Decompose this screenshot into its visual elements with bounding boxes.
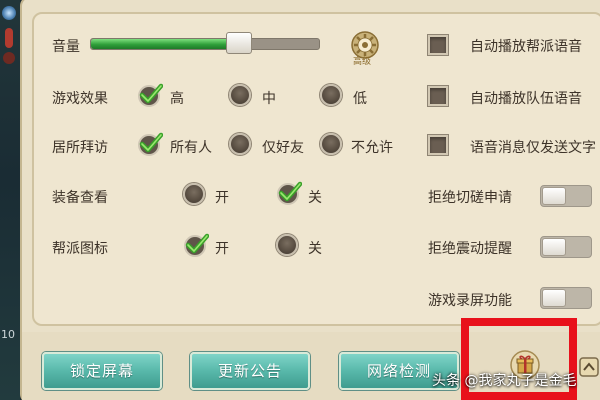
effects-label: 游戏效果: [52, 91, 108, 107]
volume-slider-thumb[interactable]: [226, 32, 252, 54]
equip-radio-on[interactable]: [183, 183, 205, 205]
guild-icon-radio-off[interactable]: [276, 234, 298, 256]
reject-duel-toggle[interactable]: [540, 185, 592, 207]
guild-icon-label: 帮派图标: [52, 241, 108, 257]
guild-icon-option-off[interactable]: 关: [308, 238, 322, 258]
update-notice-button[interactable]: 更新公告: [190, 352, 310, 390]
toggle-knob: [542, 289, 566, 307]
equip-label: 装备查看: [52, 190, 108, 206]
equip-option-off[interactable]: 关: [308, 187, 322, 207]
effects-option-high[interactable]: 高: [170, 88, 184, 108]
check-icon[interactable]: [137, 131, 163, 157]
reject-duel-label: 拒绝切磋申请: [428, 190, 512, 206]
tassel-icon: [5, 28, 13, 48]
auto-play-team-voice-checkbox[interactable]: [428, 86, 448, 106]
guild-icon-option-on[interactable]: 开: [215, 238, 229, 258]
auto-play-guild-voice-label: 自动播放帮派语音: [470, 39, 582, 55]
ornament-icon: [2, 6, 16, 20]
strip-number: 10: [1, 328, 15, 341]
watermark: 头条 @我家丸子是金毛: [432, 373, 577, 389]
effects-option-low[interactable]: 低: [353, 88, 367, 108]
visit-option-everyone[interactable]: 所有人: [170, 137, 212, 157]
effects-option-medium[interactable]: 中: [262, 88, 276, 108]
screen-record-label: 游戏录屏功能: [428, 293, 512, 309]
visit-option-friends[interactable]: 仅好友: [262, 137, 304, 157]
auto-play-team-voice-label: 自动播放队伍语音: [470, 91, 582, 107]
volume-label: 音量: [52, 39, 80, 55]
game-scene-strip: 10: [0, 0, 20, 400]
volume-slider-fill: [91, 39, 233, 49]
reject-vibrate-label: 拒绝震动提醒: [428, 241, 512, 257]
lock-screen-button[interactable]: 锁定屏幕: [42, 352, 162, 390]
effects-radio-medium[interactable]: [229, 84, 251, 106]
visit-label: 居所拜访: [52, 140, 108, 156]
voice-text-only-label: 语音消息仅发送文字: [470, 140, 596, 156]
equip-option-on[interactable]: 开: [215, 187, 229, 207]
check-icon[interactable]: [137, 82, 163, 108]
screen-record-toggle[interactable]: [540, 287, 592, 309]
toggle-knob: [542, 238, 566, 256]
advanced-label: 高级: [353, 57, 372, 67]
toggle-knob: [542, 187, 566, 205]
visit-radio-none[interactable]: [320, 133, 342, 155]
voice-text-only-checkbox[interactable]: [428, 135, 448, 155]
settings-inner-panel: [32, 12, 600, 326]
bead-icon: [3, 52, 15, 64]
reject-vibrate-toggle[interactable]: [540, 236, 592, 258]
share-icon[interactable]: [578, 354, 600, 380]
visit-radio-friends[interactable]: [229, 133, 251, 155]
check-icon[interactable]: [183, 232, 209, 258]
auto-play-guild-voice-checkbox[interactable]: [428, 35, 448, 55]
volume-slider[interactable]: [90, 38, 320, 50]
effects-radio-low[interactable]: [320, 84, 342, 106]
check-icon[interactable]: [276, 180, 302, 206]
visit-option-none[interactable]: 不允许: [351, 137, 393, 157]
